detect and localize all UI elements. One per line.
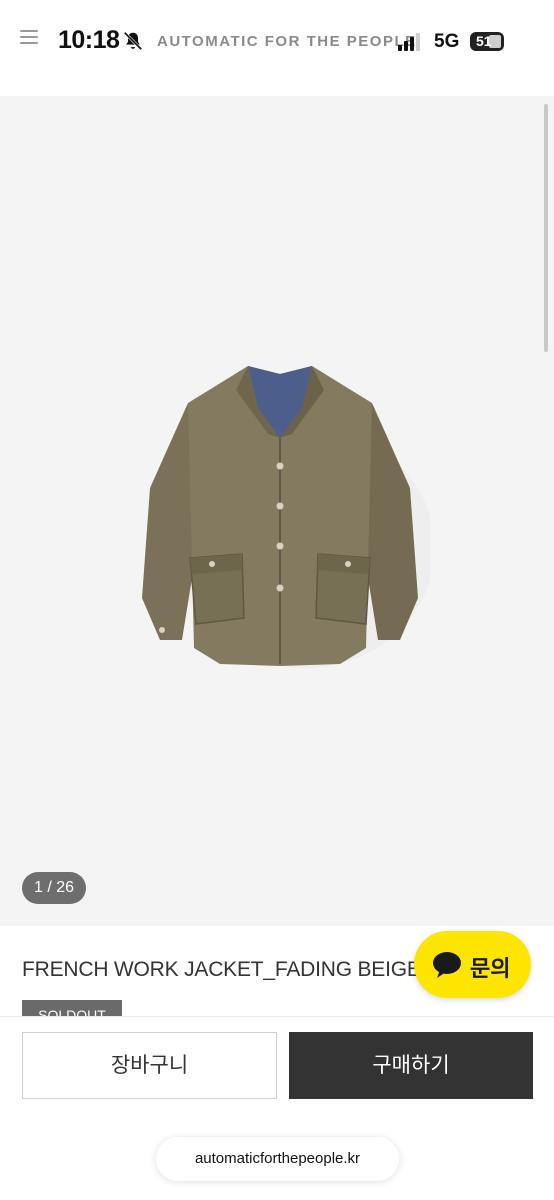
bell-off-icon [123,31,143,51]
add-to-cart-button[interactable]: 장바구니 [22,1032,277,1099]
chat-bubble-icon [433,952,461,978]
battery-icon: 51 [470,32,504,51]
scrollbar[interactable] [544,104,548,352]
battery-level: 51 [476,33,492,49]
bottom-action-bar: 장바구니 구매하기 automaticforthepeople.kr [0,1016,554,1200]
product-title: FRENCH WORK JACKET_FADING BEIGE [22,958,421,981]
product-image-gallery[interactable]: 1 / 26 [0,96,554,926]
site-brand-title[interactable]: AUTOMATIC FOR THE PEOPLE [157,33,417,50]
kakao-chat-button[interactable]: 문의 [414,931,531,998]
image-counter: 1 / 26 [22,872,86,904]
header-bar: 10:18 AUTOMATIC FOR THE PEOPLE 5G 51 [0,0,554,96]
chat-button-label: 문의 [470,956,511,981]
product-image[interactable] [130,348,430,668]
buy-now-button[interactable]: 구매하기 [289,1032,533,1099]
network-indicator: 5G [434,31,460,52]
menu-icon[interactable] [20,30,40,46]
signal-icon [398,33,424,51]
browser-url-bar[interactable]: automaticforthepeople.kr [156,1137,399,1181]
status-time: 10:18 [58,26,120,54]
